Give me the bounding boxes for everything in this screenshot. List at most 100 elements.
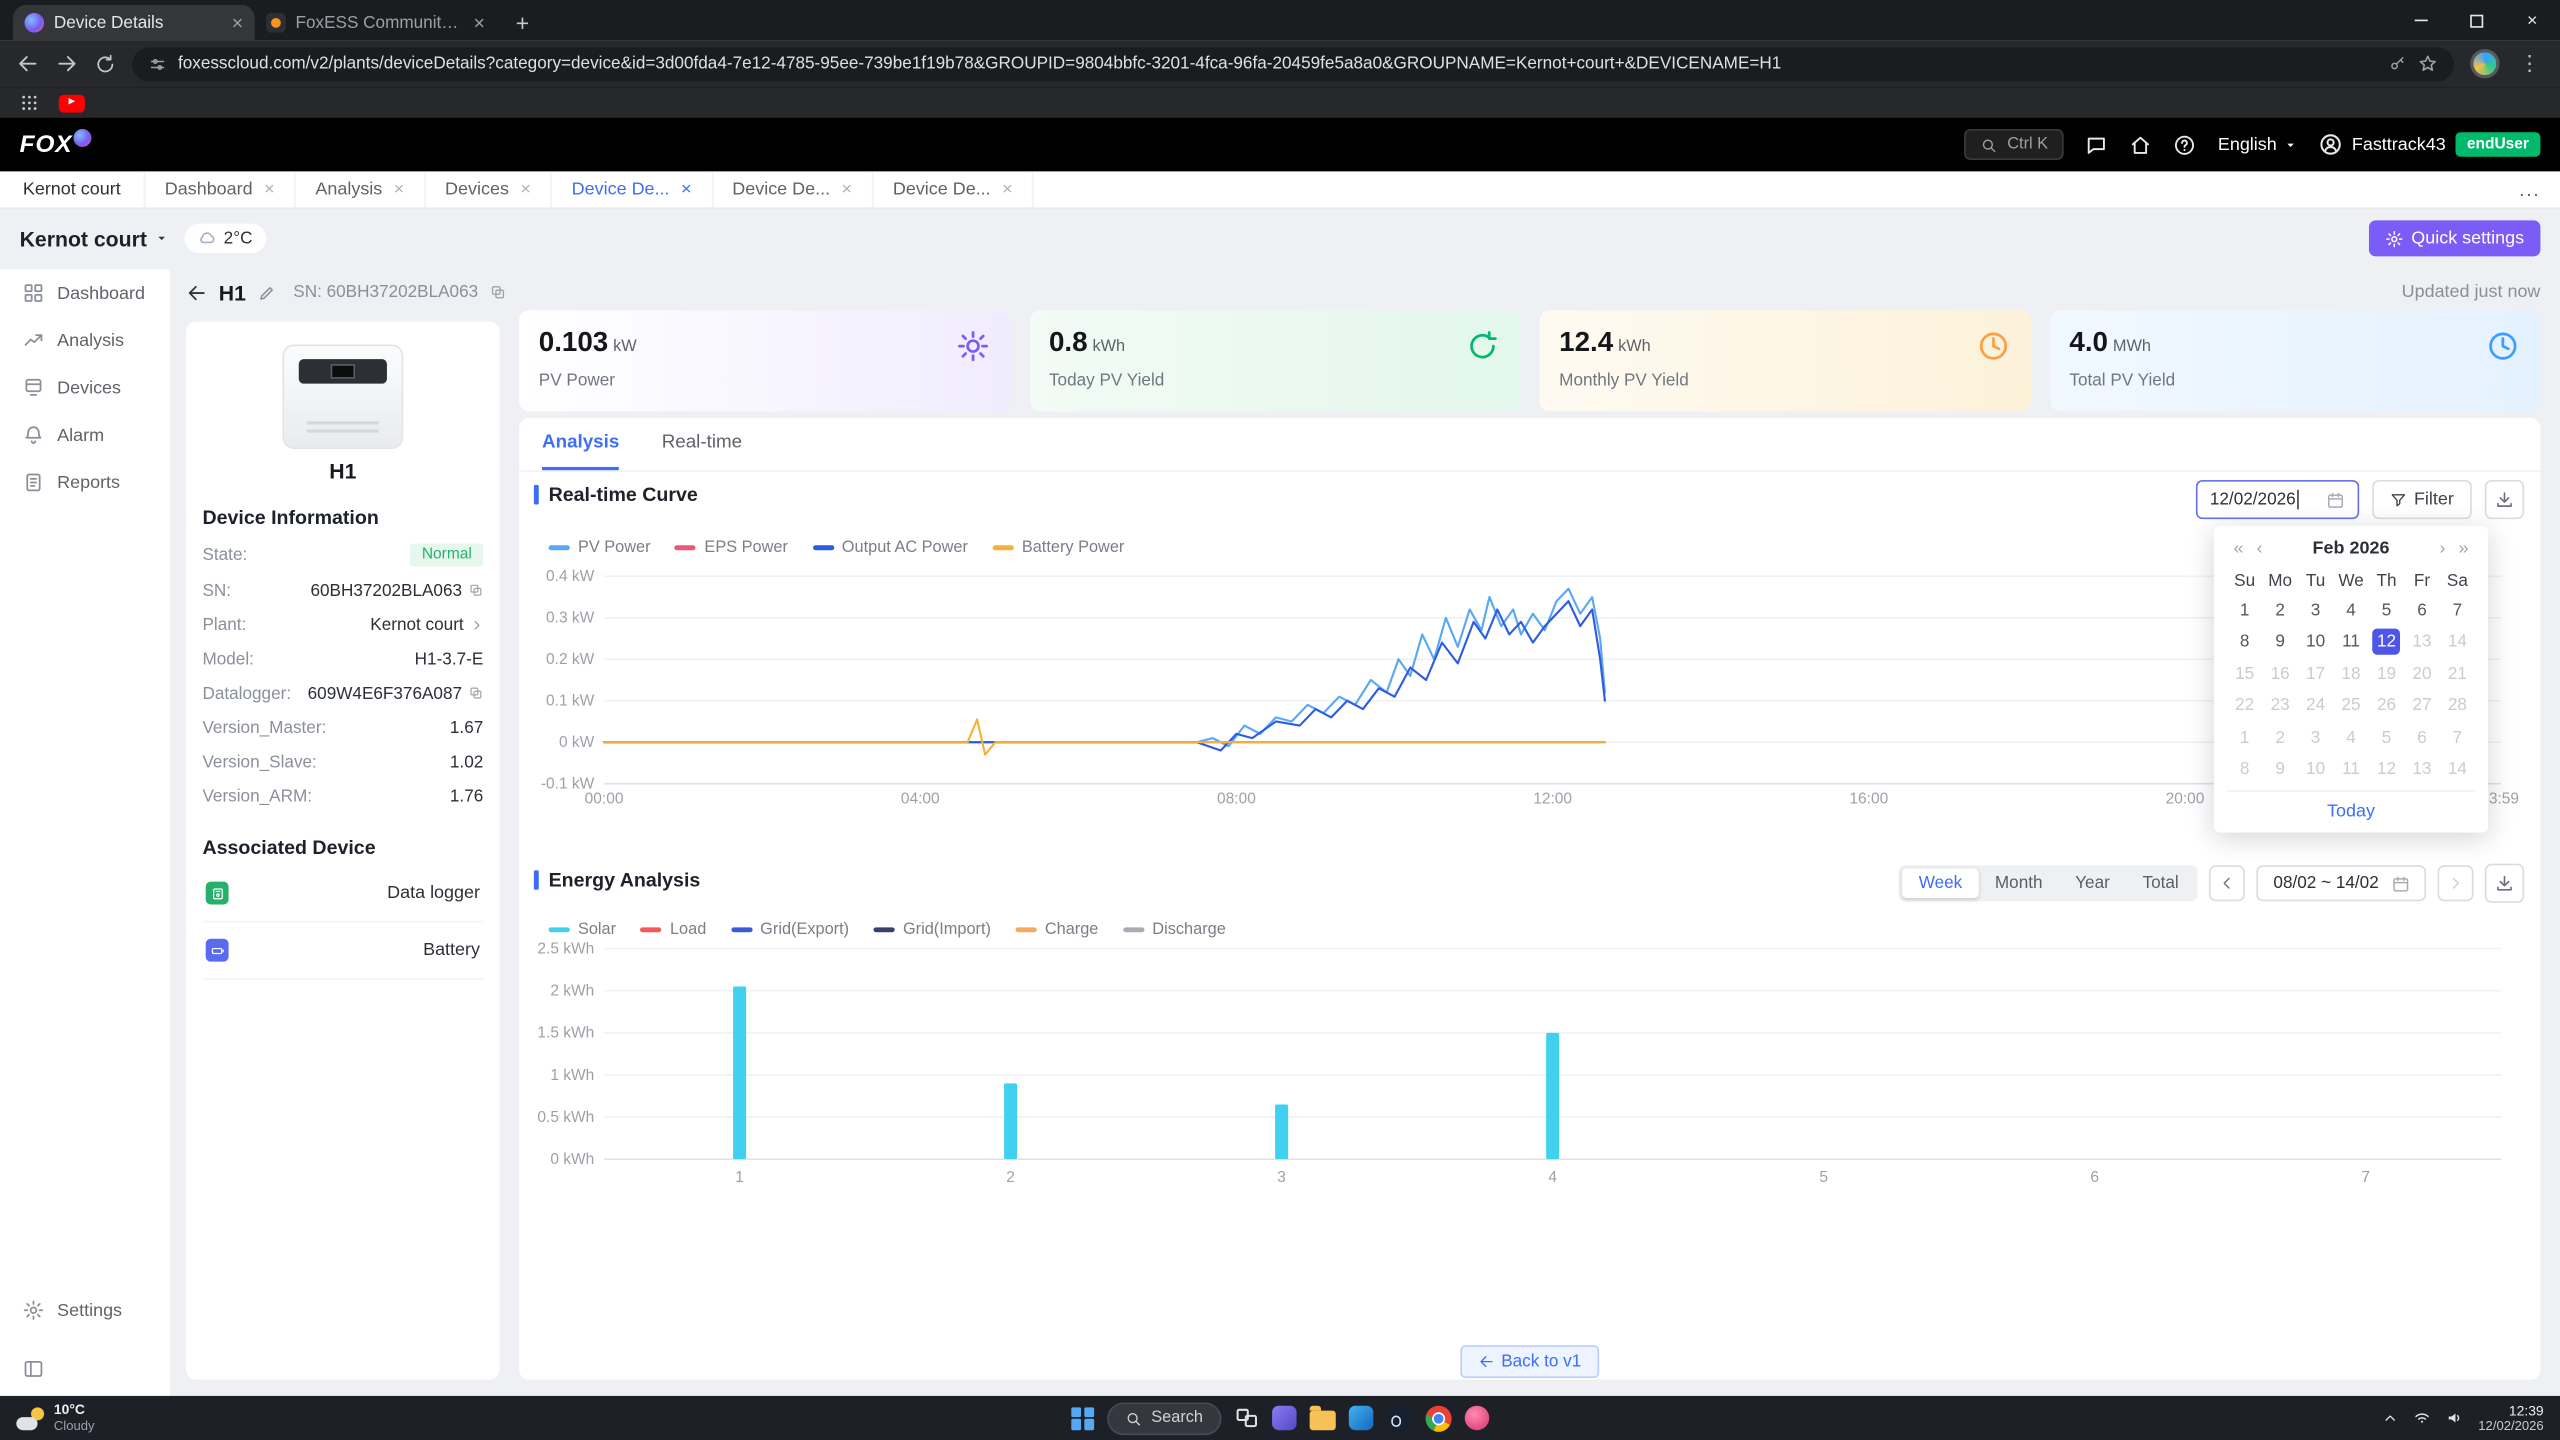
browser-forward-button[interactable] bbox=[56, 52, 79, 75]
calendar-day-4[interactable]: 4 bbox=[2333, 594, 2368, 626]
bar-solar-day-1[interactable] bbox=[733, 986, 746, 1159]
today-button[interactable]: Today bbox=[2327, 802, 2375, 822]
browser-menu-icon[interactable]: ⋮ bbox=[2516, 51, 2544, 77]
tray-expand-icon[interactable] bbox=[2382, 1410, 2398, 1426]
tab-close-icon[interactable]: × bbox=[1002, 180, 1013, 200]
calendar-day-8[interactable]: 8 bbox=[2227, 626, 2262, 658]
youtube-bookmark-icon[interactable] bbox=[59, 94, 85, 112]
task-view-button[interactable] bbox=[1234, 1406, 1258, 1430]
calendar-day-10[interactable]: 10 bbox=[2298, 626, 2333, 658]
legend-charge[interactable]: Charge bbox=[1015, 921, 1098, 939]
bar-solar-day-4[interactable] bbox=[1546, 1033, 1559, 1159]
calendar-month[interactable]: Feb bbox=[2313, 539, 2345, 559]
bar-solar-day-2[interactable] bbox=[1004, 1083, 1017, 1159]
calendar-day-9[interactable]: 9 bbox=[2262, 626, 2297, 658]
sidebar-item-reports[interactable]: Reports bbox=[0, 459, 170, 506]
back-button[interactable] bbox=[186, 282, 207, 303]
password-manager-icon[interactable] bbox=[2389, 55, 2407, 73]
bookmark-star-icon[interactable] bbox=[2418, 54, 2438, 74]
sidebar-item-alarm[interactable]: Alarm bbox=[0, 411, 170, 458]
tab-close-icon[interactable]: × bbox=[264, 180, 275, 200]
taskbar-search[interactable]: Search bbox=[1107, 1402, 1221, 1435]
legend-discharge[interactable]: Discharge bbox=[1123, 921, 1226, 939]
prev-month-button[interactable]: ‹ bbox=[2253, 539, 2266, 559]
calendar-day-6[interactable]: 6 bbox=[2404, 594, 2439, 626]
date-input[interactable]: 12/02/2026 bbox=[2195, 480, 2358, 519]
sidebar-collapse-icon[interactable] bbox=[23, 1358, 44, 1379]
taskbar-widgets[interactable]: 10°C Cloudy bbox=[0, 1396, 111, 1440]
sidebar-item-dashboard[interactable]: Dashboard bbox=[0, 269, 170, 316]
period-week[interactable]: Week bbox=[1902, 869, 1978, 898]
legend-pv-power[interactable]: PV Power bbox=[549, 539, 651, 557]
back-to-v1-button[interactable]: Back to v1 bbox=[1460, 1345, 1599, 1378]
period-year[interactable]: Year bbox=[2059, 869, 2126, 898]
browser-profile-avatar[interactable] bbox=[2470, 49, 2499, 78]
tab-close-icon[interactable]: × bbox=[394, 180, 405, 200]
tab-close-icon[interactable]: × bbox=[842, 180, 853, 200]
period-total[interactable]: Total bbox=[2126, 869, 2195, 898]
copy-icon[interactable] bbox=[490, 284, 506, 300]
steam-icon[interactable] bbox=[1386, 1405, 1412, 1431]
prev-year-button[interactable]: « bbox=[2230, 539, 2247, 559]
nav-tab-dashboard[interactable]: Dashboard× bbox=[145, 171, 296, 207]
associated-device-battery[interactable]: Battery bbox=[202, 922, 483, 979]
window-close-button[interactable]: × bbox=[2504, 0, 2560, 41]
copy-icon[interactable] bbox=[469, 583, 484, 598]
copy-icon[interactable] bbox=[469, 686, 484, 701]
sidebar-item-devices[interactable]: Devices bbox=[0, 364, 170, 411]
wifi-icon[interactable] bbox=[2413, 1409, 2431, 1427]
browser-back-button[interactable] bbox=[16, 52, 39, 75]
taskbar-app-icon-1[interactable] bbox=[1272, 1406, 1296, 1430]
browser-tab-foxess-community[interactable]: FoxESS Community - Owners & × bbox=[255, 5, 497, 41]
volume-icon[interactable] bbox=[2446, 1409, 2464, 1427]
taskbar-clock[interactable]: 12:39 12/02/2026 bbox=[2478, 1402, 2543, 1434]
calendar-day-12[interactable]: 12 bbox=[2369, 626, 2404, 658]
tab-real-time[interactable]: Real-time bbox=[662, 433, 742, 471]
window-maximize-button[interactable] bbox=[2449, 0, 2505, 41]
legend-grid-export[interactable]: Grid(Export) bbox=[731, 921, 849, 939]
calendar-day-5[interactable]: 5 bbox=[2369, 594, 2404, 626]
chrome-icon[interactable] bbox=[1425, 1405, 1451, 1431]
tab-analysis[interactable]: Analysis bbox=[542, 433, 619, 471]
tab-close-icon[interactable]: × bbox=[232, 11, 243, 34]
help-icon[interactable] bbox=[2174, 133, 2197, 156]
taskbar-app-icon-3[interactable] bbox=[1464, 1406, 1488, 1430]
legend-grid-import[interactable]: Grid(Import) bbox=[874, 921, 991, 939]
calendar-day-2[interactable]: 2 bbox=[2262, 594, 2297, 626]
date-range-input[interactable]: 08/02 ~ 14/02 bbox=[2257, 865, 2426, 901]
calendar-day-7[interactable]: 7 bbox=[2440, 594, 2475, 626]
calendar-day-1[interactable]: 1 bbox=[2227, 594, 2262, 626]
nav-tab-devices[interactable]: Devices× bbox=[425, 171, 552, 207]
next-range-button[interactable] bbox=[2438, 865, 2474, 901]
legend-eps-power[interactable]: EPS Power bbox=[675, 539, 788, 557]
window-minimize-button[interactable] bbox=[2393, 0, 2449, 41]
browser-reload-button[interactable] bbox=[95, 53, 116, 74]
start-button[interactable] bbox=[1071, 1407, 1094, 1430]
bar-solar-day-3[interactable] bbox=[1275, 1104, 1288, 1159]
more-tabs-button[interactable]: ... bbox=[2500, 178, 2560, 201]
download-button[interactable] bbox=[2485, 480, 2524, 519]
home-icon[interactable] bbox=[2130, 133, 2153, 156]
nav-tab-device-de[interactable]: Device De...× bbox=[873, 171, 1034, 207]
nav-tab-device-de[interactable]: Device De...× bbox=[552, 171, 713, 207]
associated-device-data-logger[interactable]: Data logger bbox=[202, 865, 483, 922]
calendar-month-year[interactable]: Feb 2026 bbox=[2272, 539, 2429, 559]
legend-output-ac-power[interactable]: Output AC Power bbox=[812, 539, 968, 557]
new-tab-button[interactable]: + bbox=[503, 5, 542, 41]
sidebar-item-analysis[interactable]: Analysis bbox=[0, 317, 170, 364]
quick-settings-button[interactable]: Quick settings bbox=[2369, 220, 2541, 256]
edit-icon[interactable] bbox=[257, 283, 275, 301]
tab-close-icon[interactable]: × bbox=[681, 180, 692, 200]
prev-range-button[interactable] bbox=[2210, 865, 2246, 901]
legend-battery-power[interactable]: Battery Power bbox=[992, 539, 1124, 557]
calendar-day-11[interactable]: 11 bbox=[2333, 626, 2368, 658]
period-month[interactable]: Month bbox=[1979, 869, 2059, 898]
file-explorer-icon[interactable] bbox=[1309, 1410, 1335, 1430]
legend-solar[interactable]: Solar bbox=[549, 921, 617, 939]
language-selector[interactable]: English bbox=[2218, 135, 2296, 155]
address-bar[interactable]: foxesscloud.com/v2/plants/deviceDetails?… bbox=[132, 47, 2454, 81]
next-month-button[interactable]: › bbox=[2436, 539, 2449, 559]
energy-download-button[interactable] bbox=[2485, 864, 2524, 903]
site-info-icon[interactable] bbox=[149, 55, 167, 73]
tab-close-icon[interactable]: × bbox=[473, 11, 484, 34]
